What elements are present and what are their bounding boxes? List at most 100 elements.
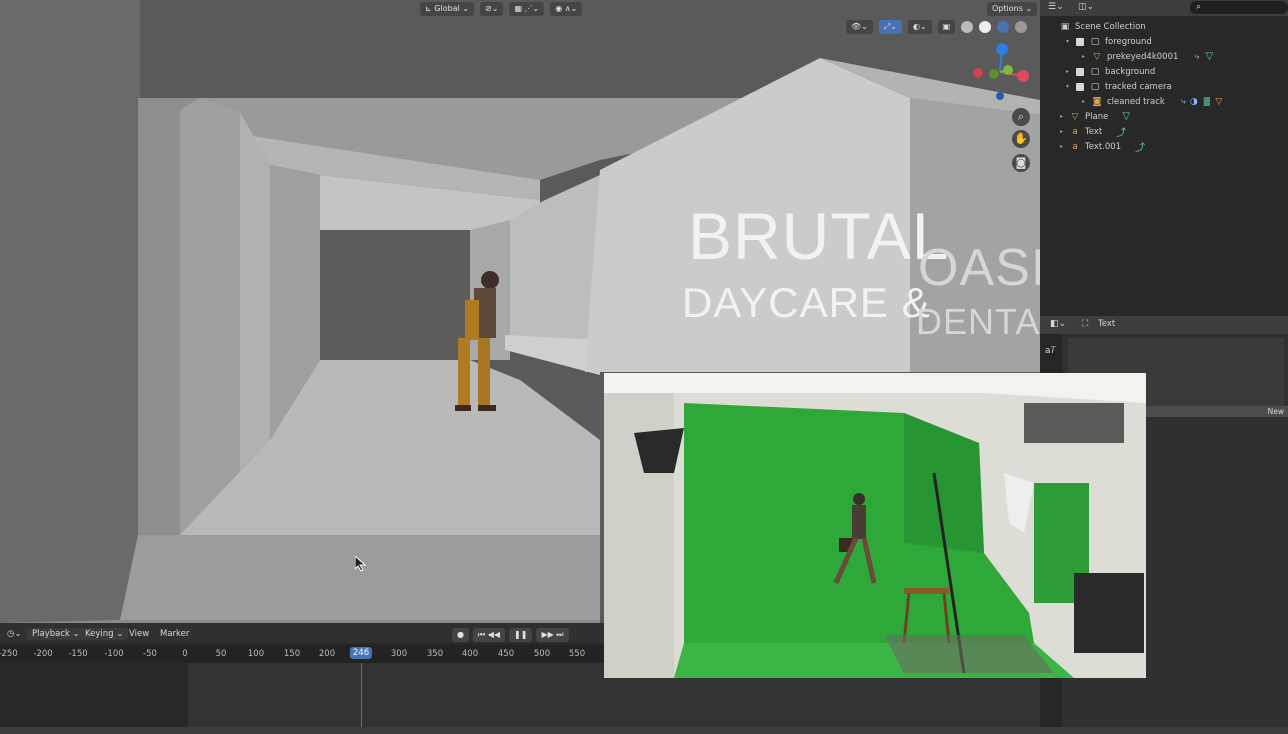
camera-data-icon: ▇ xyxy=(1203,97,1210,106)
axis-gizmo-icon[interactable] xyxy=(968,40,1032,104)
proportional-edit-icon[interactable]: ◉ ∧⌄ xyxy=(550,2,583,16)
object-data-icon: ⛶ xyxy=(1082,319,1089,329)
wireframe-shading-icon[interactable] xyxy=(961,21,974,33)
jump-start-icon[interactable]: ⏮ ◀◀ xyxy=(472,628,506,642)
ruler-tick-label: 50 xyxy=(215,649,227,659)
new-button[interactable]: New xyxy=(1146,406,1288,417)
ruler-tick-label: -250 xyxy=(0,649,18,659)
timeline-editor-icon[interactable]: ◷⌄ xyxy=(2,628,27,640)
overlay-icon[interactable]: ◐⌄ xyxy=(907,20,932,34)
pivot-icon[interactable]: ⊘⌄ xyxy=(480,2,504,16)
viewport-toolbar: 👁⌄ ⤢⌄ ◐⌄ ▣ xyxy=(846,20,1028,34)
constraint-icon: ⤷ xyxy=(1194,51,1200,62)
green-screen-photo xyxy=(604,373,1146,678)
sign-text-dental: DENTAL xyxy=(916,301,1040,342)
collection-icon: ▢ xyxy=(1090,66,1100,77)
text-properties-tab-icon[interactable]: a𝑇 xyxy=(1045,346,1056,356)
snap-icon[interactable]: ▦ ⋰⌄ xyxy=(509,2,545,16)
collection-icon: ▢ xyxy=(1090,81,1100,92)
expand-icon[interactable]: ▸ xyxy=(1066,68,1076,75)
mesh-object-icon: ▽ xyxy=(1215,96,1223,107)
display-mode-icon[interactable]: ◫⌄ xyxy=(1078,2,1094,12)
playhead-line xyxy=(361,663,362,727)
checkbox-icon[interactable] xyxy=(1076,67,1084,76)
ruler-tick-label: 0 xyxy=(182,649,188,659)
checkbox-icon[interactable] xyxy=(1076,82,1084,91)
mesh-data-icon: ▽ xyxy=(1205,51,1214,62)
mesh-object-icon: ▽ xyxy=(1093,51,1101,62)
mouse-cursor-icon xyxy=(355,556,367,572)
text-object-icon: a xyxy=(1072,141,1078,152)
outliner-item-prekeyed[interactable]: ▸ ▽ prekeyed4k0001 ⤷ ▽ xyxy=(1040,49,1288,64)
constraint-icon: ⤷ xyxy=(1180,96,1186,107)
expand-icon[interactable]: ▸ xyxy=(1060,128,1070,135)
marker-menu[interactable]: Marker xyxy=(155,628,194,640)
new-button-label: New xyxy=(1267,407,1284,416)
solid-shading-icon[interactable] xyxy=(979,21,992,33)
outliner-item-text-001[interactable]: ▸ a Text.001 ⤴ xyxy=(1040,139,1288,155)
gizmo-icon[interactable]: ⤢⌄ xyxy=(878,20,902,34)
editor-type-icon[interactable]: ☰⌄ xyxy=(1048,2,1064,12)
ruler-tick-label: -200 xyxy=(33,649,53,659)
outliner-item-foreground[interactable]: ▾ ▢ foreground xyxy=(1040,34,1288,49)
camera-object-icon: ◙ xyxy=(1092,96,1102,107)
ruler-tick-label: 350 xyxy=(426,649,444,659)
options-label: Options xyxy=(992,4,1023,13)
ruler-tick-label: 300 xyxy=(390,649,408,659)
text-data-icon: ⤴ xyxy=(1116,128,1127,139)
collection-icon: ▢ xyxy=(1090,36,1100,47)
camera-view-icon[interactable]: ◙ xyxy=(1012,154,1030,172)
xray-icon[interactable]: ▣ xyxy=(937,20,956,34)
collection-icon: ▣ xyxy=(1060,21,1070,32)
keying-menu[interactable]: Keying ⌄ xyxy=(80,628,129,640)
visibility-icon[interactable]: 👁⌄ xyxy=(846,20,873,34)
expand-icon[interactable]: ▾ xyxy=(1066,38,1076,45)
pause-icon[interactable]: ❚❚ xyxy=(509,628,533,642)
zoom-icon[interactable]: ⌕ xyxy=(1012,108,1030,126)
ruler-tick-label: -150 xyxy=(68,649,88,659)
outliner-item-cleaned-track[interactable]: ▸ ◙ cleaned track ⤷ ◑ ▇ ▽ xyxy=(1040,94,1288,109)
mesh-data-icon: ▽ xyxy=(1122,111,1131,122)
properties-header xyxy=(1040,316,1288,334)
outliner-root-label: Scene Collection xyxy=(1075,21,1146,32)
ruler-tick-label: -100 xyxy=(104,649,124,659)
outliner-search-input[interactable]: ⌕ xyxy=(1190,1,1288,14)
outliner-item-label: prekeyed4k0001 xyxy=(1107,51,1179,62)
text-object-icon: a xyxy=(1072,126,1078,137)
checkbox-icon[interactable] xyxy=(1076,37,1084,46)
transform-orientation[interactable]: ⊾ Global ⌄ ⊘⌄ ▦ ⋰⌄ ◉ ∧⌄ xyxy=(420,0,583,18)
outliner-item-label: Text xyxy=(1085,126,1103,137)
expand-icon[interactable]: ▾ xyxy=(1066,83,1076,90)
rendered-shading-icon[interactable] xyxy=(1015,21,1028,33)
outliner-item-plane[interactable]: ▸ ▽ Plane ▽ xyxy=(1040,109,1288,124)
text-data-icon: ⤴ xyxy=(1135,143,1146,154)
outliner-item-text[interactable]: ▸ a Text ⤴ xyxy=(1040,124,1288,140)
outliner-item-label: cleaned track xyxy=(1107,96,1165,107)
expand-icon[interactable]: ▸ xyxy=(1082,98,1092,105)
ruler-tick-label: 550 xyxy=(568,649,586,659)
expand-icon[interactable]: ▸ xyxy=(1060,113,1070,120)
outliner-panel[interactable]: ☰⌄ ◫⌄ ⌕ ▣ Scene Collection ▾ ▢ foregroun… xyxy=(1040,0,1288,316)
ruler-tick-label: 200 xyxy=(318,649,336,659)
ruler-tick-label: 500 xyxy=(533,649,551,659)
outliner-item-tracked-camera[interactable]: ▾ ▢ tracked camera xyxy=(1040,79,1288,94)
expand-icon[interactable]: ▸ xyxy=(1082,53,1092,60)
orientation-label: Global xyxy=(434,4,460,13)
sign-text-oasis: OASIS xyxy=(918,239,1040,297)
ruler-tick-label: 450 xyxy=(497,649,515,659)
view-menu[interactable]: View xyxy=(124,628,154,640)
sign-text-daycare: DAYCARE & xyxy=(682,279,931,326)
playback-menu[interactable]: Playback ⌄ xyxy=(27,628,85,640)
record-icon[interactable]: ● xyxy=(452,628,469,642)
material-shading-icon[interactable] xyxy=(997,21,1010,33)
ruler-tick-label: 150 xyxy=(283,649,301,659)
hand-pan-icon[interactable]: ✋ xyxy=(1012,130,1030,148)
outliner-item-background[interactable]: ▸ ▢ background xyxy=(1040,64,1288,79)
options-dropdown[interactable]: Options ⌄ xyxy=(987,2,1038,16)
current-frame-indicator[interactable]: 246 xyxy=(349,647,373,659)
expand-icon[interactable]: ▸ xyxy=(1060,143,1070,150)
properties-editor-icon[interactable]: ◧⌄ xyxy=(1050,319,1066,329)
jump-end-icon[interactable]: ▶▶ ⏭ xyxy=(536,628,569,642)
outliner-scene-collection[interactable]: ▣ Scene Collection xyxy=(1040,19,1288,34)
orientation-dropdown[interactable]: ⊾ Global ⌄ xyxy=(420,2,475,16)
